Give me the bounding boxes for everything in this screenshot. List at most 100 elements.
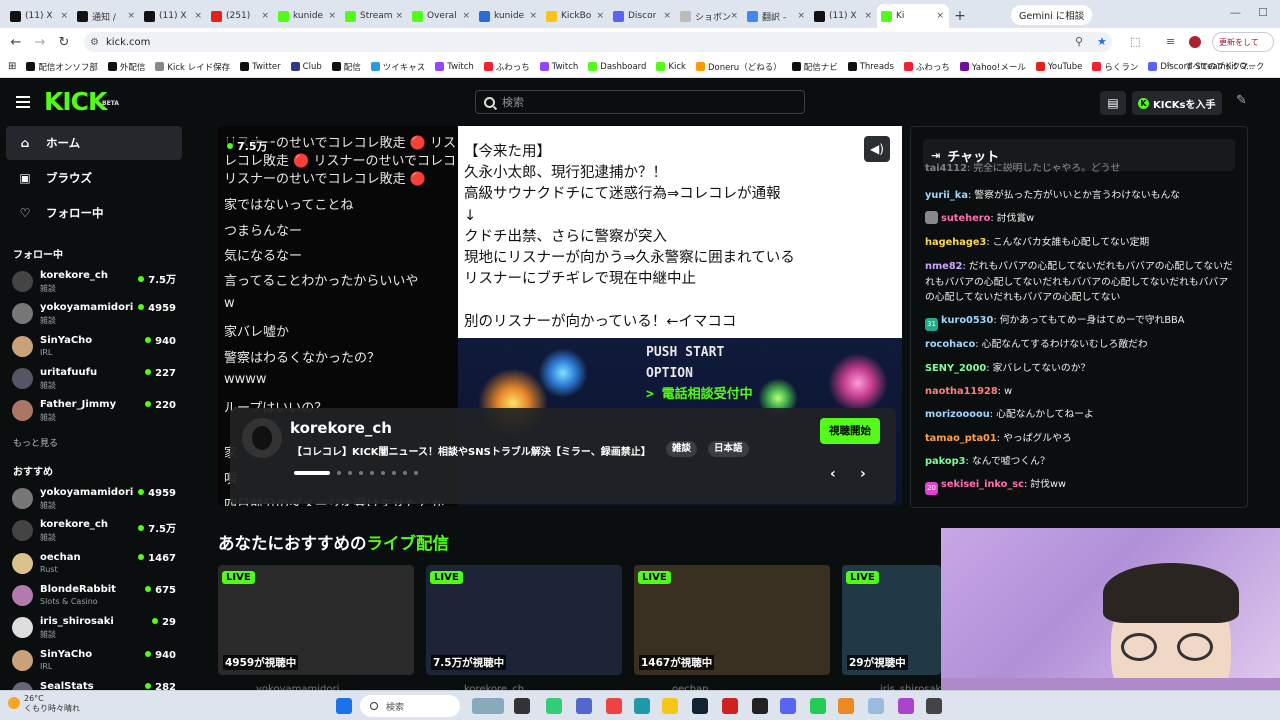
start-icon[interactable] (336, 698, 352, 714)
stream-card[interactable]: LIVE 29が視聴中 (842, 565, 941, 675)
chat-username[interactable]: pakop3 (925, 456, 965, 467)
minimize-icon[interactable]: — (1230, 6, 1241, 19)
menu-icon[interactable] (16, 96, 30, 108)
collapse-chat-icon[interactable]: ⇥ (931, 149, 940, 162)
obs-icon[interactable] (722, 698, 738, 714)
sidebar-channel[interactable]: SealStats 282 (12, 679, 176, 690)
carousel-dot[interactable] (392, 471, 396, 475)
close-icon[interactable]: × (529, 11, 537, 21)
bookmark-item[interactable]: 配信 (331, 61, 361, 73)
chat-username[interactable]: kuro0530 (941, 315, 993, 326)
close-icon[interactable]: × (663, 11, 671, 21)
reading-list-icon[interactable]: ≡ (1166, 35, 1175, 48)
browser-tab[interactable]: kunide × (274, 4, 341, 28)
more-bookmarks-icon[interactable]: » (1166, 60, 1172, 70)
chat-username[interactable]: sekisei_inko_sc (941, 479, 1024, 490)
carousel-dot[interactable] (348, 471, 352, 475)
forward-icon[interactable]: → (28, 35, 52, 50)
bookmark-item[interactable]: Doneru（どねる） (695, 61, 782, 73)
sidebar-channel[interactable]: BlondeRabbit Slots & Casino 675 (12, 582, 176, 612)
apps-icon[interactable]: ⊞ (8, 61, 16, 72)
taskbar-search[interactable]: 検索 (360, 695, 460, 717)
app-icon[interactable] (868, 698, 884, 714)
stream-card[interactable]: LIVE 4959が視聴中 (218, 565, 414, 675)
reload-icon[interactable]: ↻ (52, 35, 76, 50)
bookmark-item[interactable]: ツイキャス (370, 61, 425, 73)
chat-username[interactable]: hagehage3 (925, 237, 986, 248)
close-icon[interactable]: × (730, 11, 738, 21)
browser-tab[interactable]: 翻訳 - × (743, 4, 810, 28)
all-bookmarks[interactable]: すべてのブックマーク (1185, 61, 1264, 72)
watch-button[interactable]: 視聴開始 (820, 418, 880, 444)
sidebar-channel[interactable]: iris_shirosaki 雑談 29 (12, 614, 176, 644)
nav-home[interactable]: ⌂ ホーム (6, 126, 182, 160)
bookmark-item[interactable]: Twitch (539, 62, 578, 72)
new-tab-button[interactable]: + (949, 4, 971, 28)
bookmark-item[interactable]: らくラン (1092, 61, 1138, 73)
chat-username[interactable]: naotha11928 (925, 386, 998, 397)
sidebar-channel[interactable]: uritafuufu 雑談 227 (12, 365, 176, 395)
theater-mode-icon[interactable]: ▤ (1100, 91, 1126, 115)
bookmark-item[interactable]: Yahoo!メール (959, 61, 1026, 73)
update-button[interactable]: 更新をして (1212, 32, 1274, 52)
close-icon[interactable]: × (462, 11, 470, 21)
carousel-dot[interactable] (337, 471, 341, 475)
streamer-name[interactable]: korekore_ch (290, 419, 392, 437)
site-info-icon[interactable]: ⚙ (90, 37, 99, 48)
tag-chat[interactable]: 雑談 (666, 441, 698, 457)
teams-icon[interactable] (576, 698, 592, 714)
close-icon[interactable]: × (395, 11, 403, 21)
carousel-dot[interactable] (381, 471, 385, 475)
bookmark-item[interactable]: 配信オンソフ部 (26, 61, 98, 73)
explorer-icon[interactable] (662, 698, 678, 714)
gemini-button[interactable]: Gemini に相談 (1011, 5, 1093, 25)
carousel-next-icon[interactable]: › (860, 466, 866, 482)
tag-japanese[interactable]: 日本語 (708, 441, 749, 457)
bookmark-item[interactable]: YouTube (1035, 62, 1082, 72)
browser-tab[interactable]: 通知 / × (73, 4, 140, 28)
close-icon[interactable]: × (596, 11, 604, 21)
chat-username[interactable]: sutehero (941, 213, 990, 224)
carousel-prev-icon[interactable]: ‹ (830, 466, 836, 482)
close-icon[interactable]: × (194, 11, 202, 21)
carousel-dot[interactable] (370, 471, 374, 475)
close-icon[interactable]: × (127, 11, 135, 21)
chat-username[interactable]: morizoooou (925, 409, 990, 420)
browser-tab[interactable]: kunide × (475, 4, 542, 28)
browser-tab[interactable]: (11) X × (140, 4, 207, 28)
carousel-dot[interactable] (403, 471, 407, 475)
chrome-icon[interactable] (606, 698, 622, 714)
featured-stream[interactable]: リスナーのせいでコレコレ敗走 🔴 リス レコレ敗走 🔴 リスナーのせいでコレコ リス… (218, 126, 902, 506)
back-icon[interactable]: ← (4, 35, 28, 50)
close-icon[interactable]: × (936, 11, 944, 21)
bookmark-item[interactable]: Kick (656, 62, 686, 72)
sidebar-channel[interactable]: Father_Jimmy 雑談 220 (12, 397, 176, 427)
bookmark-item[interactable]: Twitter (240, 62, 281, 72)
volume-icon[interactable]: ◀) (864, 136, 890, 162)
streamer-avatar[interactable] (242, 418, 282, 458)
bookmark-item[interactable]: ふわっち (483, 61, 530, 73)
bookmark-item[interactable]: Dashboard (588, 62, 646, 72)
close-icon[interactable]: × (864, 11, 872, 21)
show-more-link[interactable]: もっと見る (13, 436, 58, 449)
browser-tab[interactable]: Ki × (877, 4, 949, 28)
zoom-icon[interactable]: ⚲ (1075, 35, 1083, 48)
sidebar-channel[interactable]: yokoyamamidori 雑談 4959 (12, 485, 176, 515)
bookmark-item[interactable]: Threads (847, 62, 894, 72)
kick-logo[interactable]: KICK BETA (44, 89, 119, 115)
weather-widget[interactable]: 26°C くもり時々晴れ (6, 694, 80, 714)
chat-username[interactable]: tai4112 (925, 163, 967, 174)
bookmark-item[interactable]: Twitch (435, 62, 474, 72)
browser-tab[interactable]: (11) X × (6, 4, 73, 28)
task-view-icon[interactable] (514, 698, 530, 714)
carousel-dot[interactable] (359, 471, 363, 475)
close-icon[interactable]: × (261, 11, 269, 21)
maximize-icon[interactable]: ☐ (1258, 6, 1268, 19)
sidebar-channel[interactable]: korekore_ch 雑談 7.5万 (12, 517, 176, 547)
extensions-icon[interactable]: ⬚ (1130, 35, 1140, 48)
chat-username[interactable]: nme82 (925, 261, 962, 272)
browser-tab[interactable]: Stream × (341, 4, 408, 28)
carousel-dot[interactable] (294, 471, 330, 475)
app-icon[interactable] (926, 698, 942, 714)
nav-browse[interactable]: ▣ ブラウズ (6, 161, 182, 195)
